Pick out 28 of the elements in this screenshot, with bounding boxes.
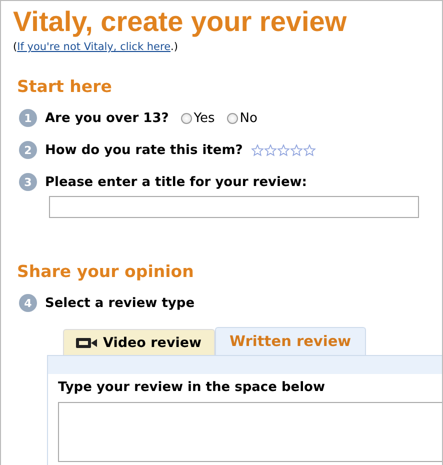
review-type-tab[interactable]: Video review — [63, 329, 215, 355]
step-number: 4 — [19, 294, 37, 312]
page-title: Vitaly, create your review — [13, 5, 348, 39]
step-label: How do you rate this item? — [45, 142, 243, 158]
review-prompt: Type your review in the space below — [58, 380, 326, 395]
step-number: 3 — [19, 173, 37, 191]
star-icon[interactable] — [290, 144, 303, 156]
radio-button[interactable] — [226, 112, 238, 124]
step-label: Please enter a title for your review: — [45, 174, 307, 190]
star-rating[interactable] — [250, 144, 316, 156]
step-label: Select a review type — [45, 296, 195, 310]
radio-label: Yes — [194, 110, 215, 126]
radio-label: No — [240, 110, 258, 126]
star-icon[interactable] — [302, 144, 316, 156]
star-icon[interactable] — [250, 144, 264, 156]
review-text-area[interactable] — [58, 402, 442, 462]
star-icon[interactable] — [264, 144, 277, 156]
step-number: 2 — [19, 141, 37, 159]
section-title: Share your opinion — [16, 262, 195, 281]
step-label: Are you over 13? — [45, 110, 169, 126]
star-icon[interactable] — [276, 144, 290, 156]
section-title: Start here — [16, 77, 113, 96]
step-number: 1 — [19, 109, 37, 127]
switch-user-link[interactable]: If you're not Vitaly, click here — [17, 41, 171, 53]
switch-user-note: (If you're not Vitaly, click here.) — [13, 41, 179, 53]
video-camera-icon — [76, 336, 98, 348]
title-field[interactable] — [49, 196, 419, 218]
radio-button[interactable] — [180, 112, 192, 124]
